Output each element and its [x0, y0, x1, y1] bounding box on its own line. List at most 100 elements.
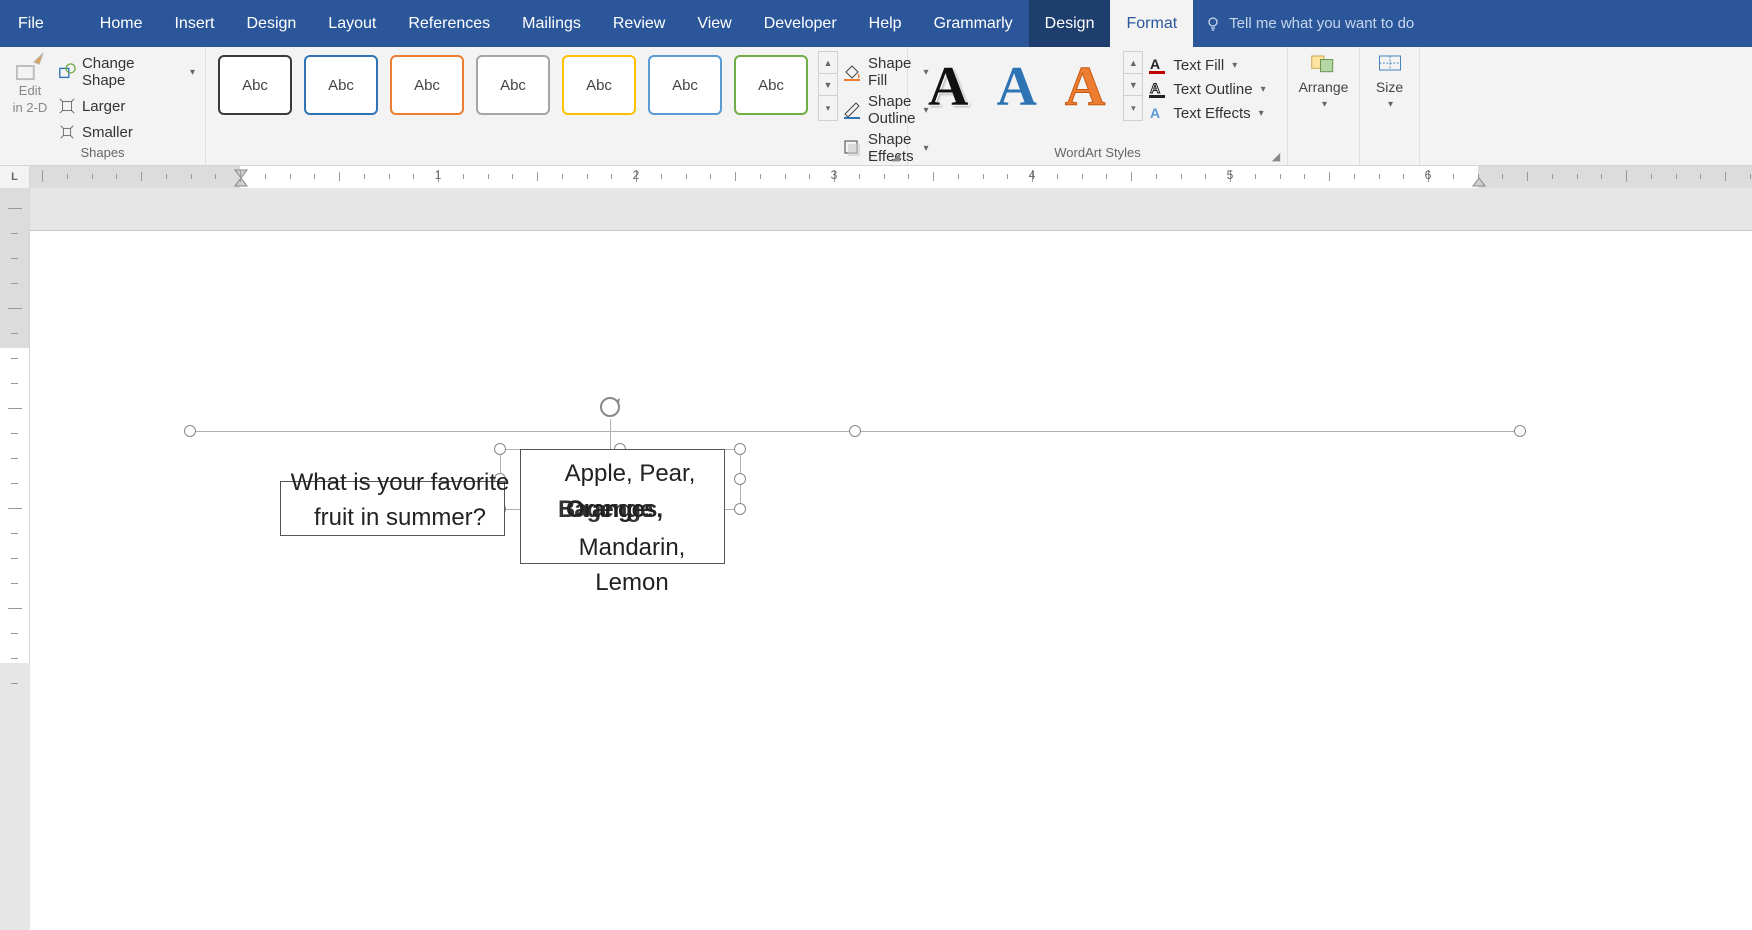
chevron-down-icon: ▾: [1261, 84, 1266, 95]
smaller-button[interactable]: Smaller: [54, 121, 199, 143]
tab-help[interactable]: Help: [853, 0, 918, 47]
wordart-gallery-next[interactable]: ▼: [1124, 74, 1142, 96]
shape-style-thumb-4[interactable]: Abc: [562, 55, 636, 115]
wordart-gallery[interactable]: A A A: [914, 51, 1119, 123]
vertical-ruler[interactable]: [0, 188, 30, 663]
effects-icon: [842, 138, 862, 158]
selection-handle[interactable]: [734, 473, 746, 485]
change-shape-button[interactable]: Change Shape▾: [54, 53, 199, 91]
shape-style-gallery[interactable]: AbcAbcAbcAbcAbcAbcAbc: [212, 51, 814, 119]
wordart-thumb-2[interactable]: A: [996, 59, 1036, 115]
dialog-launcher-wordart[interactable]: ◢: [1269, 149, 1283, 163]
selection-handle[interactable]: [494, 443, 506, 455]
tell-me-placeholder: Tell me what you want to do: [1229, 15, 1414, 32]
tab-developer[interactable]: Developer: [748, 0, 853, 47]
overlap-front: Oranges,: [566, 493, 662, 528]
tab-file[interactable]: File: [0, 0, 62, 47]
text-fill-button[interactable]: A Text Fill ▾: [1147, 55, 1265, 75]
ruler-number: 5: [1227, 168, 1234, 182]
gallery-next-button[interactable]: ▼: [819, 74, 837, 96]
size-label: Size: [1376, 79, 1403, 95]
answer-line1: Apple, Pear,: [540, 457, 720, 492]
tab-context-design[interactable]: Design: [1029, 0, 1111, 47]
chevron-down-icon: ▾: [1232, 60, 1237, 71]
size-button[interactable]: Size ▾: [1366, 51, 1413, 110]
tab-references[interactable]: References: [392, 0, 506, 47]
wordart-thumb-1[interactable]: A: [928, 59, 968, 115]
tab-home[interactable]: Home: [84, 0, 159, 47]
tab-grammarly[interactable]: Grammarly: [918, 0, 1029, 47]
group-size: Size ▾: [1360, 47, 1420, 165]
tell-me-search[interactable]: Tell me what you want to do: [1193, 0, 1426, 47]
change-shape-label: Change Shape: [82, 55, 182, 89]
tab-layout[interactable]: Layout: [312, 0, 392, 47]
group-shape-styles: AbcAbcAbcAbcAbcAbcAbc ▲ ▼ ▾ Shape Fill▾ …: [206, 47, 908, 165]
svg-text:A: A: [1150, 80, 1160, 96]
horizontal-ruler[interactable]: 123456: [30, 166, 1752, 188]
chevron-down-icon: ▾: [1322, 99, 1327, 110]
text-outline-label: Text Outline: [1173, 81, 1252, 98]
ruler-corner[interactable]: L: [0, 166, 30, 188]
tab-mailings[interactable]: Mailings: [506, 0, 597, 47]
edit-label: Edit: [19, 83, 41, 98]
group-label-arrange: [1294, 145, 1353, 163]
larger-label: Larger: [82, 98, 125, 115]
gallery-spinner: ▲ ▼ ▾: [818, 51, 838, 121]
smaller-label: Smaller: [82, 124, 133, 141]
answer-rest: Mandarin, Lemon: [542, 531, 722, 601]
text-effects-button[interactable]: A Text Effects ▾: [1147, 103, 1265, 123]
ribbon-tabstrip: File Home Insert Design Layout Reference…: [0, 0, 1752, 47]
text-outline-icon: A: [1147, 79, 1167, 99]
tab-design[interactable]: Design: [230, 0, 312, 47]
wordart-thumb-3[interactable]: A: [1065, 59, 1105, 115]
wordart-gallery-prev[interactable]: ▲: [1124, 52, 1142, 74]
selection-handle[interactable]: [184, 425, 196, 437]
chevron-down-icon: ▾: [1388, 99, 1393, 110]
ruler-number: 4: [1029, 168, 1036, 182]
ruler-number: 6: [1425, 168, 1432, 182]
text-outline-button[interactable]: A Text Outline ▾: [1147, 79, 1265, 99]
shape-style-thumb-1[interactable]: Abc: [304, 55, 378, 115]
in2d-label: in 2-D: [13, 100, 48, 115]
selection-handle[interactable]: [734, 503, 746, 515]
dialog-launcher-shape-styles[interactable]: ◢: [889, 149, 903, 163]
text-effects-label: Text Effects: [1173, 105, 1250, 122]
wordart-gallery-spinner: ▲ ▼ ▾: [1123, 51, 1143, 121]
size-icon: [1376, 51, 1404, 75]
gallery-prev-button[interactable]: ▲: [819, 52, 837, 74]
tab-review[interactable]: Review: [597, 0, 681, 47]
page[interactable]: What is your favorite fruit in summer? A…: [30, 230, 1752, 930]
text-fill-icon: A: [1147, 55, 1167, 75]
ruler-number: 3: [831, 168, 838, 182]
selection-handle[interactable]: [1514, 425, 1526, 437]
indent-marker-left[interactable]: [234, 166, 248, 188]
tab-context-format[interactable]: Format: [1110, 0, 1193, 47]
selection-handle[interactable]: [734, 443, 746, 455]
group-label-wordart: WordArt Styles: [914, 145, 1281, 163]
text-fill-label: Text Fill: [1173, 57, 1224, 74]
document-area: What is your favorite fruit in summer? A…: [0, 188, 1752, 663]
rotation-handle[interactable]: [597, 394, 623, 420]
indent-marker-right[interactable]: [1472, 166, 1486, 188]
wordart-gallery-more[interactable]: ▾: [1124, 96, 1142, 120]
shape-style-thumb-2[interactable]: Abc: [390, 55, 464, 115]
group-wordart-styles: A A A ▲ ▼ ▾ A Text Fill ▾ A Text Outline ▾: [908, 47, 1288, 165]
arrange-icon: [1310, 51, 1338, 75]
chevron-down-icon: ▾: [1259, 108, 1264, 119]
tab-view[interactable]: View: [681, 0, 747, 47]
gallery-more-button[interactable]: ▾: [819, 96, 837, 120]
selection-handle[interactable]: [849, 425, 861, 437]
question-text: What is your favorite fruit in summer?: [290, 466, 510, 536]
group-arrange: Arrange ▾: [1288, 47, 1360, 165]
arrange-button[interactable]: Arrange ▾: [1294, 51, 1353, 110]
shape-style-thumb-6[interactable]: Abc: [734, 55, 808, 115]
tab-insert[interactable]: Insert: [158, 0, 230, 47]
shape-style-thumb-3[interactable]: Abc: [476, 55, 550, 115]
shape-style-thumb-0[interactable]: Abc: [218, 55, 292, 115]
change-shape-icon: [58, 63, 76, 81]
larger-icon: [58, 97, 76, 115]
smaller-icon: [58, 123, 76, 141]
shape-style-thumb-5[interactable]: Abc: [648, 55, 722, 115]
larger-button[interactable]: Larger: [54, 95, 199, 117]
text-effects-icon: A: [1147, 103, 1167, 123]
